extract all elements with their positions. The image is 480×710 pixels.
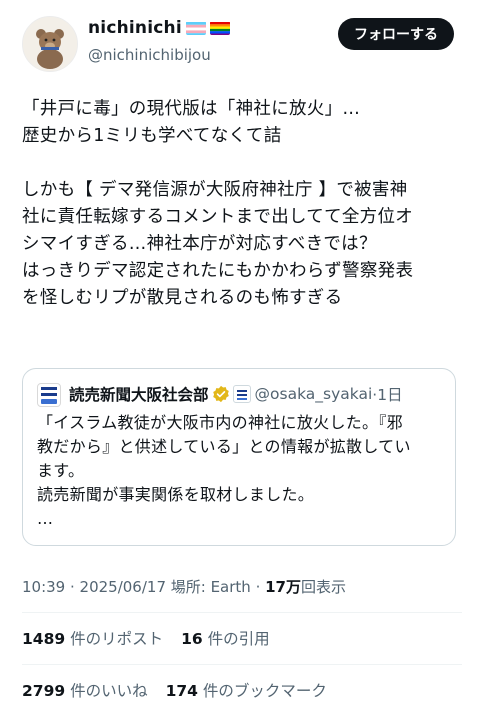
quote-timestamp[interactable]: ·1日 — [372, 383, 402, 405]
tweet-timestamp[interactable]: 10:39 · 2025/06/17 場所: Earth · — [22, 578, 265, 596]
bookmarks-count: 174 — [165, 682, 198, 700]
verified-badge-icon — [212, 385, 229, 403]
tweet-header: nichinichi @nichinichibijou フォローする — [22, 8, 462, 78]
likes-stat[interactable]: 2799 件のいいね — [22, 682, 148, 700]
reposts-count: 1489 — [22, 630, 66, 648]
divider — [22, 612, 462, 613]
follow-button[interactable]: フォローする — [338, 18, 454, 50]
affiliate-logo-icon — [232, 385, 251, 403]
author-display-name[interactable]: nichinichi — [88, 18, 182, 38]
newspaper-logo-icon — [37, 383, 61, 407]
views-label: 回表示 — [300, 578, 346, 596]
quotes-stat[interactable]: 16 件の引用 — [181, 630, 270, 648]
transgender-flag-icon — [185, 21, 206, 35]
like-stats-row: 2799 件のいいね 174 件のブックマーク — [22, 679, 327, 701]
quote-author-handle[interactable]: @osaka_syakai — [255, 385, 373, 403]
reposts-stat[interactable]: 1489 件のリポスト — [22, 630, 163, 648]
quote-text: 「イスラム教徒が大阪市内の神社に放火した。『邪 教だから』と供述している」との情… — [37, 413, 411, 528]
quoted-tweet[interactable]: 読売新聞大阪社会部 @osaka_syakai ·1日 「イスラム教徒が大阪市内… — [22, 368, 456, 546]
repost-stats-row: 1489 件のリポスト 16 件の引用 — [22, 627, 270, 649]
rainbow-flag-icon — [209, 21, 230, 35]
author-handle[interactable]: @nichinichibijou — [88, 46, 211, 64]
author-name[interactable]: nichinichi — [88, 18, 230, 38]
divider — [22, 664, 462, 665]
quote-header: 読売新聞大阪社会部 @osaka_syakai ·1日 — [69, 383, 403, 405]
likes-label: 件のいいね — [70, 682, 148, 700]
reposts-label: 件のリポスト — [70, 630, 164, 648]
tweet-meta: 10:39 · 2025/06/17 場所: Earth · 17万回表示 — [22, 576, 346, 597]
bear-avatar-icon[interactable] — [22, 16, 78, 72]
quotes-count: 16 — [181, 630, 203, 648]
quotes-label: 件の引用 — [207, 630, 270, 648]
tweet-text: 「井戸に毒」の現代版は「神社に放火」… 歴史から1ミリも学べてなくて詰 しかも【… — [22, 99, 414, 308]
bookmarks-stat[interactable]: 174 件のブックマーク — [166, 682, 327, 700]
bookmarks-label: 件のブックマーク — [202, 682, 327, 700]
likes-count: 2799 — [22, 682, 66, 700]
views-count: 17万 — [265, 578, 301, 596]
quote-author-name[interactable]: 読売新聞大阪社会部 — [69, 383, 209, 405]
